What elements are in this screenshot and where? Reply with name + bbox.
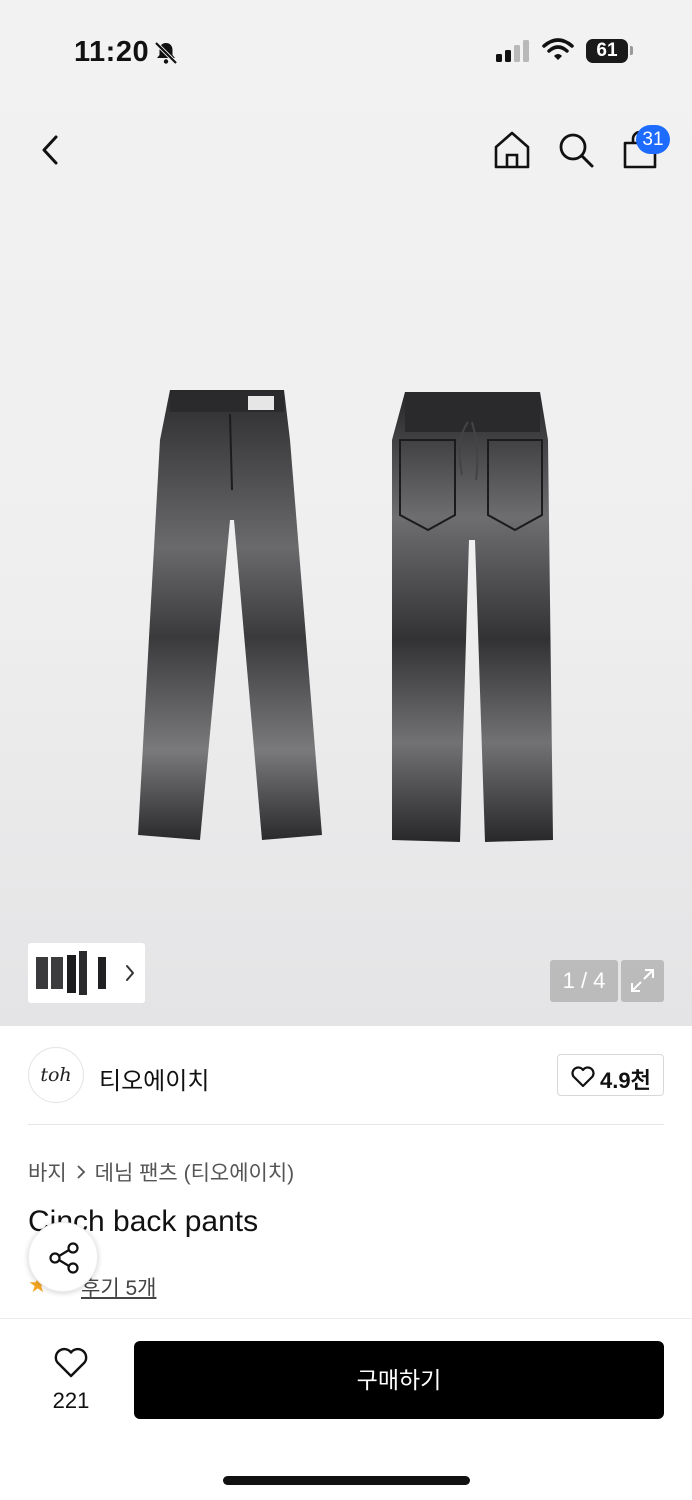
- thumbnail-strip[interactable]: [28, 943, 145, 1003]
- expand-button[interactable]: [621, 960, 664, 1002]
- search-icon[interactable]: [557, 131, 595, 169]
- heart-outline-icon: [571, 1066, 595, 1088]
- buy-button[interactable]: 구매하기: [134, 1341, 664, 1419]
- home-icon[interactable]: [492, 130, 532, 170]
- home-indicator[interactable]: [223, 1476, 470, 1485]
- page-counter: 1 / 4: [550, 960, 618, 1002]
- like-button[interactable]: 221: [40, 1344, 102, 1414]
- share-button[interactable]: [28, 1222, 98, 1292]
- cellular-signal-icon: [496, 40, 529, 62]
- breadcrumb-item[interactable]: 데님 팬츠 (티오에이치): [95, 1162, 295, 1185]
- thumbnail-images: [36, 951, 106, 995]
- chevron-right-icon: [77, 1165, 85, 1179]
- divider: [28, 1124, 664, 1125]
- chevron-right-icon[interactable]: [124, 963, 136, 983]
- share-icon: [49, 1242, 79, 1274]
- battery-icon: 61: [586, 39, 628, 63]
- breadcrumb: 바지 데님 팬츠 (티오에이치): [28, 1157, 294, 1187]
- brand-name[interactable]: 티오에이치: [99, 1061, 209, 1096]
- brand-logo[interactable]: toh: [28, 1047, 84, 1103]
- like-count: 221: [52, 1388, 90, 1413]
- expand-icon: [631, 969, 654, 992]
- product-image[interactable]: [130, 380, 570, 860]
- bell-slash-icon: [154, 41, 178, 65]
- review-link[interactable]: 후기 5개: [81, 1272, 156, 1302]
- cart-count-badge: 31: [636, 125, 670, 154]
- brand-like-button[interactable]: 4.9천: [557, 1054, 664, 1096]
- battery-cap: [630, 46, 633, 55]
- brand-like-count: 4.9천: [600, 1068, 651, 1093]
- status-time: 11:20: [74, 36, 150, 68]
- breadcrumb-item[interactable]: 바지: [28, 1162, 67, 1185]
- heart-outline-icon: [54, 1347, 88, 1378]
- wifi-icon: [542, 38, 574, 60]
- chevron-left-icon[interactable]: [36, 132, 66, 168]
